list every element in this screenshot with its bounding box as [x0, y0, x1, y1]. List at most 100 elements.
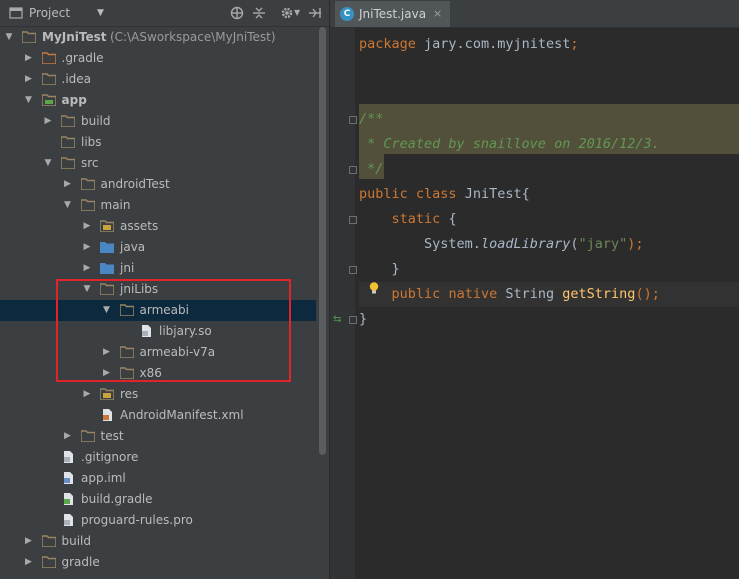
- tree-item[interactable]: ▶ build: [0, 531, 316, 552]
- class-name: JniTest{: [464, 186, 530, 202]
- fold-marker-icon[interactable]: [349, 116, 357, 124]
- expand-arrow-right-icon[interactable]: ▶: [24, 48, 34, 69]
- sync-icon[interactable]: [230, 6, 244, 20]
- paren-semicolon: );: [627, 236, 644, 252]
- fold-marker-icon[interactable]: [349, 216, 357, 224]
- tree-item-label: gradle: [61, 555, 100, 569]
- close-tab-icon[interactable]: ×: [433, 1, 442, 27]
- editor-tab-bar: C JniTest.java ×: [330, 0, 739, 28]
- tree-item-label: proguard-rules.pro: [81, 513, 193, 527]
- expand-arrow-right-icon[interactable]: ▶: [24, 69, 34, 90]
- tree-item-label: build: [61, 534, 92, 548]
- tree-item-label: androidTest: [100, 177, 170, 191]
- folder-icon: [61, 136, 75, 148]
- ide-window: Project ▼ ▼ ▼ MyJniTest(C:\ASworkspace\M…: [0, 0, 739, 579]
- string-literal: "jary": [578, 236, 628, 252]
- code-line-comment-body: * Created by snaillove on 2016/12/3.: [359, 136, 660, 152]
- gradle-file-icon: [64, 493, 73, 505]
- expand-arrow-down-icon[interactable]: ▼: [63, 195, 73, 216]
- folder-icon: [80, 199, 95, 211]
- tree-item[interactable]: build.gradle: [0, 489, 316, 510]
- tree-item[interactable]: .gitignore: [0, 447, 316, 468]
- folder-icon: [61, 115, 75, 127]
- keyword: public: [359, 186, 408, 202]
- expand-arrow-right-icon[interactable]: ▶: [82, 237, 92, 258]
- tree-item[interactable]: proguard-rules.pro: [0, 510, 316, 531]
- project-view-icon[interactable]: [9, 6, 23, 20]
- settings-icon[interactable]: [280, 6, 294, 20]
- fold-marker-icon[interactable]: [349, 266, 357, 274]
- project-view-title[interactable]: Project: [29, 0, 70, 26]
- package-name: jary.com.myjnitest: [424, 36, 571, 52]
- keyword: static: [391, 211, 441, 227]
- tree-item[interactable]: ▼ MyJniTest (C:\ASworkspace\MyJniTest): [0, 27, 316, 48]
- tree-item[interactable]: ▶ .idea: [0, 69, 316, 90]
- expand-arrow-right-icon[interactable]: ▶: [24, 552, 34, 573]
- expand-arrow-down-icon[interactable]: ▼: [43, 153, 53, 174]
- tree-item[interactable]: ▶ gradle: [0, 552, 316, 573]
- collapse-icon[interactable]: [252, 6, 266, 20]
- expand-arrow-right-icon[interactable]: ▶: [63, 426, 73, 447]
- brace: }: [391, 261, 400, 277]
- expand-arrow-down-icon[interactable]: ▼: [4, 27, 14, 48]
- code-area[interactable]: package jary.com.myjnitest; /** * Create…: [330, 28, 739, 579]
- scrollbar-thumb[interactable]: [319, 27, 326, 455]
- module-folder-icon: [41, 94, 56, 106]
- manifest-file-icon: [103, 409, 112, 421]
- expand-arrow-right-icon[interactable]: ▶: [63, 174, 73, 195]
- tree-item[interactable]: ▶ .gradle: [0, 48, 316, 69]
- code-line-close-static: }: [359, 257, 400, 282]
- expand-arrow-right-icon[interactable]: ▶: [43, 111, 53, 132]
- expand-arrow-right-icon[interactable]: ▶: [82, 258, 92, 279]
- tree-item[interactable]: ▼ src: [0, 153, 316, 174]
- folder-icon: [80, 178, 95, 190]
- expand-arrow-right-icon[interactable]: ▶: [82, 216, 92, 237]
- iml-file-icon: [64, 472, 73, 484]
- tab-jnitest-java[interactable]: C JniTest.java ×: [335, 1, 450, 27]
- hide-icon[interactable]: [308, 6, 322, 20]
- tree-item-label: test: [100, 429, 124, 443]
- project-view-dropdown[interactable]: ▼: [97, 0, 104, 26]
- tree-scrollbar[interactable]: [318, 27, 327, 579]
- tree-item[interactable]: ▶ build: [0, 111, 316, 132]
- tree-item[interactable]: ▶ test: [0, 426, 316, 447]
- tree-item-label: app.iml: [81, 471, 126, 485]
- tree-item-label: main: [100, 198, 131, 212]
- tree-item-label: build: [81, 114, 111, 128]
- project-toolbar: Project ▼ ▼: [0, 0, 329, 27]
- method-call: loadLibrary: [480, 236, 571, 252]
- tree-item[interactable]: ▶ jni: [0, 258, 316, 279]
- tree-item[interactable]: ▶ assets: [0, 216, 316, 237]
- tree-item-label: app: [61, 93, 87, 107]
- expand-arrow-right-icon[interactable]: ▶: [24, 531, 34, 552]
- folder-icon: [41, 556, 56, 568]
- tree-item[interactable]: ▶ res: [0, 384, 316, 405]
- code-line-comment-close: */: [359, 161, 384, 177]
- code-editor[interactable]: C JniTest.java × ⇆ package jary.com.myjn…: [330, 0, 739, 579]
- tree-item[interactable]: ▼ main: [0, 195, 316, 216]
- tree-item-label: .idea: [61, 72, 92, 86]
- tree-item[interactable]: app.iml: [0, 468, 316, 489]
- tree-item[interactable]: libs: [0, 132, 316, 153]
- lightbulb-icon[interactable]: [367, 281, 381, 295]
- text-file-icon: [64, 451, 73, 463]
- code-line-class: public class JniTest{: [359, 182, 530, 207]
- tree-item[interactable]: ▶ java: [0, 237, 316, 258]
- fold-marker-icon[interactable]: [349, 166, 357, 174]
- tree-item-label: AndroidManifest.xml: [120, 408, 244, 422]
- keyword: class: [415, 186, 457, 202]
- fold-marker-icon[interactable]: [349, 316, 357, 324]
- expand-arrow-down-icon[interactable]: ▼: [24, 90, 34, 111]
- code-line-static: static {: [359, 207, 457, 232]
- tree-item[interactable]: ▶ androidTest: [0, 174, 316, 195]
- tree-item-label: MyJniTest: [42, 30, 107, 44]
- tree-item[interactable]: AndroidManifest.xml: [0, 405, 316, 426]
- settings-dropdown-icon[interactable]: ▼: [294, 0, 300, 26]
- tree-item[interactable]: ▼ app: [0, 90, 316, 111]
- tree-item-label: jni: [120, 261, 135, 275]
- expand-arrow-right-icon[interactable]: ▶: [82, 384, 92, 405]
- method-name: getString: [562, 286, 636, 302]
- source-folder-icon: [100, 242, 114, 253]
- type-name: String: [505, 286, 555, 302]
- source-folder-icon: [100, 263, 114, 274]
